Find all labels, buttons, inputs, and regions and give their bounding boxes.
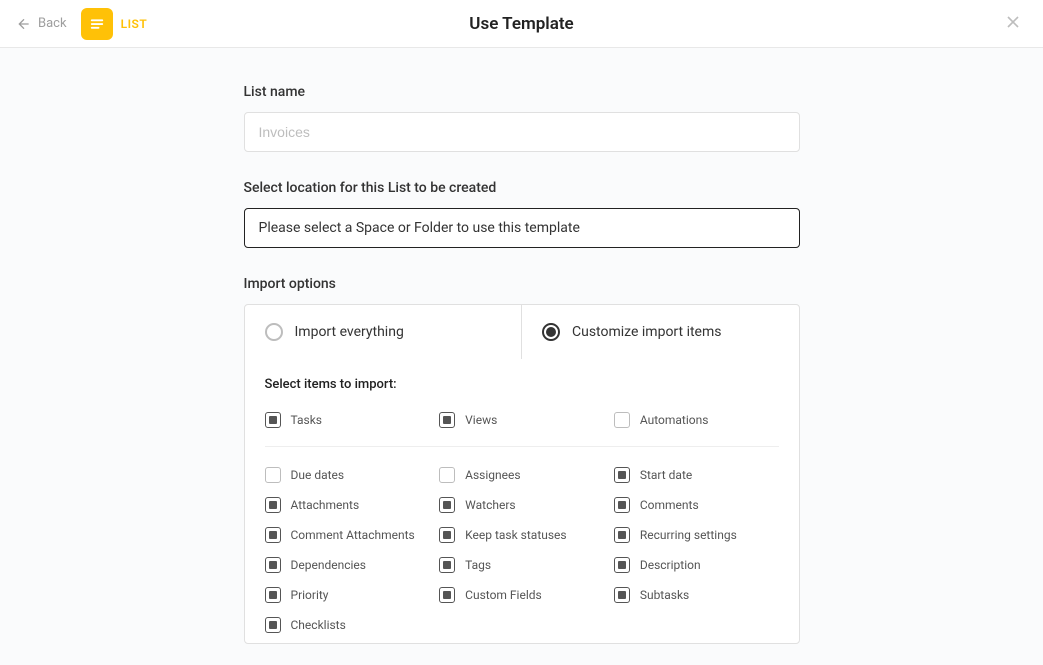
checkbox-icon bbox=[439, 527, 455, 543]
checkbox-item[interactable]: Watchers bbox=[439, 497, 604, 513]
checkbox-icon bbox=[439, 497, 455, 513]
checkbox-label: Tasks bbox=[291, 413, 323, 427]
location-label: Select location for this List to be crea… bbox=[244, 180, 800, 196]
checkbox-label: Attachments bbox=[291, 498, 360, 512]
checkbox-icon bbox=[439, 412, 455, 428]
checkbox-icon bbox=[265, 557, 281, 573]
checkbox-label: Checklists bbox=[291, 618, 346, 632]
checkbox-label: Start date bbox=[640, 468, 692, 482]
checkbox-icon bbox=[265, 527, 281, 543]
radio-row: Import everything Customize import items bbox=[245, 305, 799, 359]
radio-label: Import everything bbox=[295, 324, 404, 340]
checkbox-label: Watchers bbox=[465, 498, 515, 512]
checkbox-item[interactable]: Priority bbox=[265, 587, 430, 603]
checkbox-icon bbox=[614, 527, 630, 543]
checkbox-grid: Tasks Views Automations Due dates Assignees S… bbox=[265, 412, 779, 633]
checkbox-icon bbox=[265, 497, 281, 513]
checkbox-item[interactable]: Subtasks bbox=[614, 587, 779, 603]
checkbox-item[interactable]: Due dates bbox=[265, 467, 430, 483]
location-placeholder: Please select a Space or Folder to use t… bbox=[259, 220, 580, 236]
checkbox-icon bbox=[439, 467, 455, 483]
checkbox-label: Tags bbox=[465, 558, 491, 572]
checkbox-item[interactable]: Assignees bbox=[439, 467, 604, 483]
content-scroll[interactable]: List name Select location for this List … bbox=[0, 48, 1043, 665]
checkbox-item[interactable]: Comments bbox=[614, 497, 779, 513]
location-select[interactable]: Please select a Space or Folder to use t… bbox=[244, 208, 800, 248]
checkbox-icon bbox=[614, 587, 630, 603]
checkbox-label: Automations bbox=[640, 413, 709, 427]
checkbox-label: Comment Attachments bbox=[291, 528, 415, 542]
checkbox-icon bbox=[614, 557, 630, 573]
close-button[interactable] bbox=[999, 8, 1027, 40]
arrow-left-icon bbox=[16, 16, 32, 32]
checkbox-icon bbox=[265, 617, 281, 633]
checkbox-item[interactable]: Start date bbox=[614, 467, 779, 483]
checkbox-item[interactable]: Recurring settings bbox=[614, 527, 779, 543]
import-options-label: Import options bbox=[244, 276, 800, 292]
checkbox-item[interactable]: Tasks bbox=[265, 412, 430, 428]
checkbox-item[interactable]: Comment Attachments bbox=[265, 527, 430, 543]
divider bbox=[265, 446, 779, 447]
checkbox-icon bbox=[439, 557, 455, 573]
checkbox-icon bbox=[614, 412, 630, 428]
checkbox-item[interactable]: Attachments bbox=[265, 497, 430, 513]
checkbox-item[interactable]: Views bbox=[439, 412, 604, 428]
checkbox-label: Assignees bbox=[465, 468, 520, 482]
checkbox-label: Recurring settings bbox=[640, 528, 737, 542]
badge-label: LIST bbox=[121, 17, 148, 31]
list-name-label: List name bbox=[244, 84, 800, 100]
import-items-section: Select items to import: Tasks Views Automa… bbox=[245, 359, 799, 643]
checkbox-label: Subtasks bbox=[640, 588, 689, 602]
list-badge: LIST bbox=[81, 8, 148, 40]
list-name-input[interactable] bbox=[244, 112, 800, 152]
checkbox-icon bbox=[614, 467, 630, 483]
checkbox-icon bbox=[265, 587, 281, 603]
radio-icon bbox=[542, 323, 560, 341]
select-items-label: Select items to import: bbox=[265, 377, 779, 392]
radio-label: Customize import items bbox=[572, 324, 721, 340]
list-icon bbox=[81, 8, 113, 40]
form-content: List name Select location for this List … bbox=[244, 48, 800, 665]
checkbox-label: Views bbox=[465, 413, 497, 427]
checkbox-label: Keep task statuses bbox=[465, 528, 566, 542]
checkbox-label: Due dates bbox=[291, 468, 345, 482]
checkbox-label: Description bbox=[640, 558, 701, 572]
checkbox-item[interactable]: Tags bbox=[439, 557, 604, 573]
checkbox-label: Dependencies bbox=[291, 558, 366, 572]
radio-customize[interactable]: Customize import items bbox=[522, 305, 799, 359]
checkbox-icon bbox=[265, 412, 281, 428]
checkbox-item[interactable]: Automations bbox=[614, 412, 779, 428]
checkbox-item[interactable]: Description bbox=[614, 557, 779, 573]
checkbox-label: Custom Fields bbox=[465, 588, 542, 602]
close-icon bbox=[1003, 12, 1023, 32]
checkbox-item[interactable]: Dependencies bbox=[265, 557, 430, 573]
back-label: Back bbox=[38, 16, 67, 31]
checkbox-icon bbox=[614, 497, 630, 513]
modal-header: Back LIST Use Template bbox=[0, 0, 1043, 48]
radio-import-everything[interactable]: Import everything bbox=[245, 305, 523, 359]
page-title: Use Template bbox=[469, 14, 573, 34]
checkbox-item[interactable]: Keep task statuses bbox=[439, 527, 604, 543]
back-button[interactable]: Back bbox=[16, 16, 67, 32]
checkbox-label: Comments bbox=[640, 498, 699, 512]
checkbox-icon bbox=[439, 587, 455, 603]
checkbox-item[interactable]: Custom Fields bbox=[439, 587, 604, 603]
import-options-box: Import everything Customize import items… bbox=[244, 304, 800, 644]
checkbox-item[interactable]: Checklists bbox=[265, 617, 430, 633]
checkbox-icon bbox=[265, 467, 281, 483]
checkbox-label: Priority bbox=[291, 588, 329, 602]
radio-icon bbox=[265, 323, 283, 341]
